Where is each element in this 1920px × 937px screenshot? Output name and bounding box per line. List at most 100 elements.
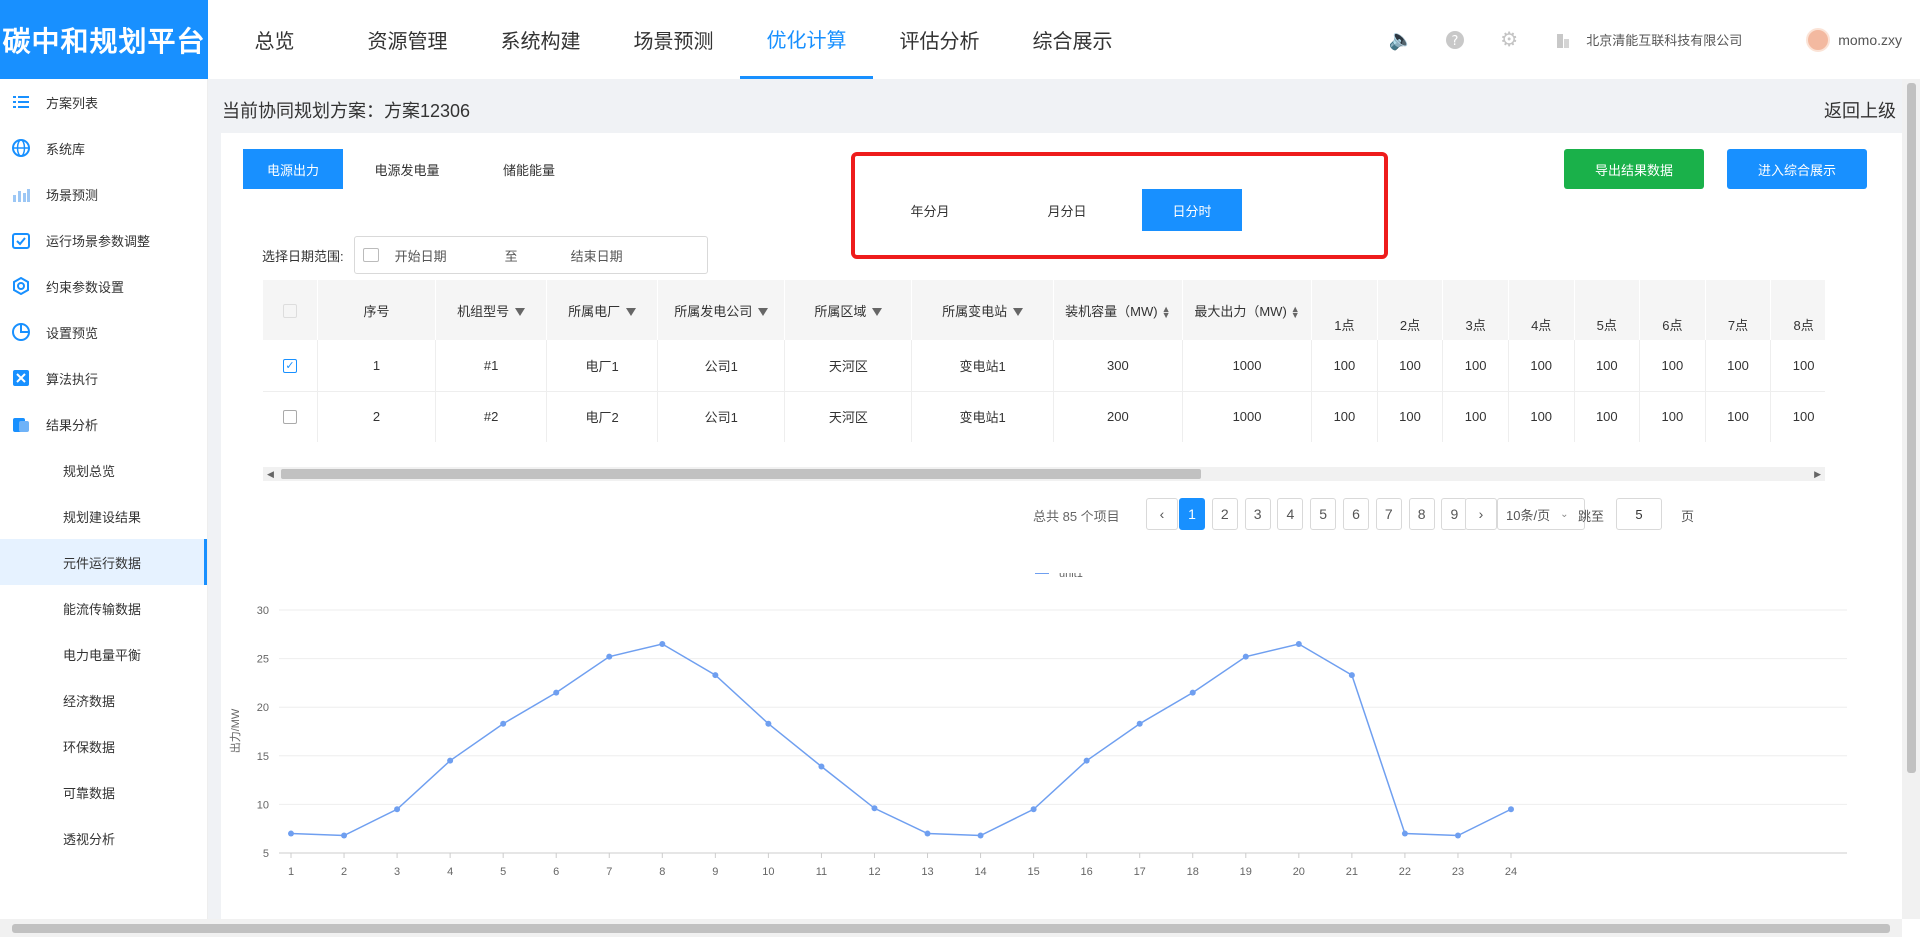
data-point[interactable] bbox=[606, 653, 613, 660]
sidebar-sub-component-data[interactable]: 元件运行数据 bbox=[0, 539, 207, 585]
data-point[interactable] bbox=[1508, 806, 1514, 813]
col-region[interactable]: 所属区域 bbox=[784, 280, 913, 340]
sort-icon[interactable]: ▲ ▼ bbox=[1291, 305, 1300, 320]
help-icon[interactable]: ? bbox=[1444, 29, 1466, 51]
nav-optimize[interactable]: 优化计算 bbox=[740, 0, 873, 79]
data-point[interactable] bbox=[924, 830, 931, 837]
page-button-4[interactable]: 4 bbox=[1277, 498, 1304, 530]
sidebar-sub-build-result[interactable]: 规划建设结果 bbox=[0, 493, 207, 539]
select-all-checkbox[interactable] bbox=[263, 280, 318, 340]
back-link[interactable]: 返回上级 bbox=[1824, 97, 1896, 123]
sidebar-item-preview[interactable]: 设置预览 bbox=[0, 309, 207, 355]
data-point[interactable] bbox=[1454, 832, 1461, 839]
app-logo[interactable]: 碳中和规划平台 bbox=[0, 0, 208, 79]
granularity-year-month[interactable]: 年分月 bbox=[880, 189, 980, 231]
nav-overview[interactable]: 总览 bbox=[208, 0, 341, 79]
data-point[interactable] bbox=[553, 689, 560, 696]
page-vertical-scrollbar[interactable] bbox=[1902, 79, 1920, 919]
data-point[interactable] bbox=[765, 720, 772, 727]
page-horizontal-scrollbar[interactable] bbox=[0, 919, 1902, 937]
sidebar-sub-economic[interactable]: 经济数据 bbox=[0, 677, 207, 723]
row-checkbox[interactable] bbox=[263, 391, 318, 442]
sidebar-sub-overview[interactable]: 规划总览 bbox=[0, 447, 207, 493]
tab-generation[interactable]: 电源发电量 bbox=[357, 149, 457, 189]
data-point[interactable] bbox=[1348, 672, 1355, 679]
jump-input[interactable]: 5 bbox=[1616, 498, 1662, 530]
page-button-3[interactable]: 3 bbox=[1244, 498, 1271, 530]
page-button-2[interactable]: 2 bbox=[1211, 498, 1238, 530]
tab-storage[interactable]: 储能能量 bbox=[479, 149, 579, 189]
granularity-day-hour[interactable]: 日分时 bbox=[1142, 189, 1242, 231]
granularity-month-day[interactable]: 月分日 bbox=[1017, 189, 1117, 231]
gear-icon[interactable]: ⚙ bbox=[1498, 29, 1520, 51]
sidebar-item-algorithm[interactable]: 算法执行 bbox=[0, 355, 207, 401]
sort-icon[interactable]: ▲ ▼ bbox=[1162, 305, 1171, 320]
data-point[interactable] bbox=[712, 672, 719, 679]
sidebar-sub-pivot[interactable]: 透视分析 bbox=[0, 815, 207, 861]
scrollbar-thumb[interactable] bbox=[281, 469, 1201, 479]
data-point[interactable] bbox=[288, 830, 294, 837]
sidebar-item-system-lib[interactable]: 系统库 bbox=[0, 125, 207, 171]
goto-display-button[interactable]: 进入综合展示 bbox=[1727, 149, 1867, 189]
col-company[interactable]: 所属发电公司 bbox=[657, 280, 786, 340]
data-point[interactable] bbox=[659, 641, 666, 648]
data-point[interactable] bbox=[1401, 830, 1408, 837]
page-size-select[interactable]: 10条/页 ⌄ bbox=[1497, 498, 1585, 530]
export-button[interactable]: 导出结果数据 bbox=[1564, 149, 1704, 189]
nav-evaluate[interactable]: 评估分析 bbox=[873, 0, 1006, 79]
data-point[interactable] bbox=[447, 757, 454, 764]
page-button-9[interactable]: 9 bbox=[1441, 498, 1468, 530]
col-max-output[interactable]: 最大出力（MW) ▲ ▼ bbox=[1182, 280, 1313, 340]
sidebar-item-result[interactable]: 结果分析 bbox=[0, 401, 207, 447]
tab-power-output[interactable]: 电源出力 bbox=[243, 149, 343, 189]
nav-display[interactable]: 综合展示 bbox=[1006, 0, 1139, 79]
data-point[interactable] bbox=[341, 832, 348, 839]
date-range-picker[interactable]: 开始日期 至 结束日期 bbox=[353, 236, 708, 274]
data-point[interactable] bbox=[1030, 806, 1037, 813]
page-button-5[interactable]: 5 bbox=[1310, 498, 1337, 530]
data-point[interactable] bbox=[1242, 653, 1249, 660]
sidebar-sub-energy-flow[interactable]: 能流传输数据 bbox=[0, 585, 207, 631]
nav-resource[interactable]: 资源管理 bbox=[341, 0, 474, 79]
start-date-input[interactable]: 开始日期 bbox=[395, 246, 505, 265]
data-point[interactable] bbox=[818, 763, 825, 770]
page-button-7[interactable]: 7 bbox=[1375, 498, 1402, 530]
nav-system[interactable]: 系统构建 bbox=[474, 0, 607, 79]
data-point[interactable] bbox=[500, 720, 507, 727]
end-date-input[interactable]: 结束日期 bbox=[571, 246, 623, 265]
sidebar-sub-power-balance[interactable]: 电力电量平衡 bbox=[0, 631, 207, 677]
col-plant[interactable]: 所属电厂 bbox=[546, 280, 659, 340]
sidebar-item-scenario[interactable]: 场景预测 bbox=[0, 171, 207, 217]
data-point[interactable] bbox=[1136, 720, 1143, 727]
data-point[interactable] bbox=[394, 806, 401, 813]
data-point[interactable] bbox=[1083, 757, 1090, 764]
speaker-icon[interactable]: 🔈 bbox=[1389, 29, 1414, 51]
page-button-8[interactable]: 8 bbox=[1408, 498, 1435, 530]
table-row[interactable]: ✓ 1 #1 电厂1 公司1 天河区 变电站1 300 1000 100 100 100 100 100 1… bbox=[263, 340, 1825, 392]
filter-icon[interactable] bbox=[626, 308, 637, 317]
col-substation[interactable]: 所属变电站 bbox=[911, 280, 1054, 340]
sidebar-sub-environment[interactable]: 环保数据 bbox=[0, 723, 207, 769]
data-point[interactable] bbox=[1189, 689, 1196, 696]
data-point[interactable] bbox=[871, 805, 878, 812]
filter-icon[interactable] bbox=[1013, 308, 1024, 317]
sidebar-item-constraint[interactable]: 约束参数设置 bbox=[0, 263, 207, 309]
sidebar-item-plan-list[interactable]: 方案列表 bbox=[0, 79, 207, 125]
page-button-6[interactable]: 6 bbox=[1343, 498, 1369, 530]
col-model[interactable]: 机组型号 bbox=[435, 280, 548, 340]
scrollbar-thumb[interactable] bbox=[12, 924, 1890, 933]
nav-scenario[interactable]: 场景预测 bbox=[607, 0, 740, 79]
filter-icon[interactable] bbox=[758, 308, 769, 317]
data-point[interactable] bbox=[977, 832, 984, 839]
col-capacity[interactable]: 装机容量（MW) ▲ ▼ bbox=[1053, 280, 1183, 340]
scroll-right-icon[interactable]: ▶ bbox=[1814, 467, 1821, 481]
next-page-button[interactable]: › bbox=[1465, 498, 1497, 530]
prev-page-button[interactable]: ‹ bbox=[1146, 498, 1178, 530]
page-button-1[interactable]: 1 bbox=[1179, 498, 1205, 530]
legend-label[interactable]: unit1 bbox=[1059, 573, 1083, 580]
filter-icon[interactable] bbox=[872, 308, 883, 317]
row-checkbox[interactable]: ✓ bbox=[263, 340, 318, 392]
scrollbar-thumb[interactable] bbox=[1907, 83, 1916, 773]
sidebar-sub-reliability[interactable]: 可靠数据 bbox=[0, 769, 207, 815]
table-row[interactable]: 2 #2 电厂2 公司1 天河区 变电站1 200 1000 100 100 100 100 100 10… bbox=[263, 391, 1825, 442]
